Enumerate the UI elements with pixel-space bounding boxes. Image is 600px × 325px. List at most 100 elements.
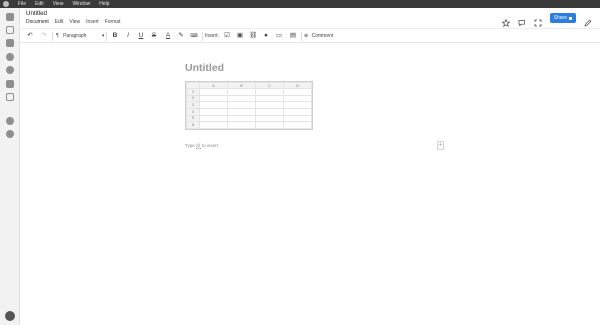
chat-icon[interactable] [6,130,14,138]
redo-icon[interactable]: ↷ [40,32,48,40]
cell[interactable] [255,107,284,116]
highlight-icon[interactable]: ✎ [177,32,185,40]
cell[interactable] [283,107,312,116]
cell[interactable] [255,121,284,129]
row-header[interactable]: 2 [186,94,200,103]
video-icon[interactable]: ▭ [275,32,283,40]
os-menu-view[interactable]: View [53,0,64,8]
italic-icon[interactable]: I [124,32,132,40]
insert-label: Insert: [205,33,219,39]
paragraph-style-label: Paragraph [63,33,87,39]
cell[interactable] [227,121,256,129]
spreadsheet-row: 2 [186,94,312,103]
document-header: Untitled Document Edit View Insert Forma… [20,8,600,28]
page-title[interactable]: Untitled [185,62,224,74]
spreadsheet-row: 1 [186,88,312,96]
inbox-icon[interactable] [6,39,14,47]
menu-document[interactable]: Document [26,19,49,25]
row-header[interactable]: 4 [186,107,200,116]
cell[interactable] [227,107,256,116]
empty-block-placeholder[interactable]: Type @ to insert [185,143,218,149]
cell[interactable] [227,101,256,109]
cell[interactable] [255,101,284,109]
os-menu-window[interactable]: Window [72,0,90,8]
tasks-icon[interactable] [6,80,14,88]
apple-menu-icon[interactable] [3,1,9,7]
cell[interactable] [227,114,256,123]
document-title[interactable]: Untitled [26,10,47,17]
spreadsheet-grid[interactable]: A B C D 1 2 3 4 5 6 [186,82,312,129]
header-actions: Share [501,11,600,28]
embed-icon[interactable]: ▤ [289,32,297,40]
toolbar-divider [52,32,53,41]
cell[interactable] [283,101,312,109]
comments-icon[interactable] [518,14,526,27]
left-sidebar [0,8,20,325]
expand-icon[interactable] [534,14,542,27]
os-menu-help[interactable]: Help [99,0,109,8]
calendar-icon[interactable] [6,26,14,34]
cell[interactable] [199,88,228,96]
underline-icon[interactable]: U [137,32,145,40]
comment-button[interactable]: ⊕ Comment [304,32,333,40]
cell[interactable] [199,114,228,123]
cell[interactable] [283,94,312,103]
cell[interactable] [283,114,312,123]
editor-canvas[interactable]: Untitled A B C D 1 2 3 4 5 6 Type @ to i… [20,43,600,325]
spreadsheet-row: 3 [186,101,312,109]
cell[interactable] [199,121,228,129]
share-button[interactable]: Share [549,13,576,23]
lock-icon [569,16,572,20]
menu-view[interactable]: View [69,19,80,25]
cell[interactable] [255,88,284,96]
placeholder-prefix: Type [185,143,195,148]
layers-icon[interactable] [6,117,14,125]
link-icon[interactable]: ⛓ [249,32,257,40]
menu-insert[interactable]: Insert [86,19,99,25]
row-header[interactable]: 1 [186,88,200,96]
os-menu-edit[interactable]: Edit [35,0,44,8]
toolbar-divider [106,32,107,41]
bold-icon[interactable]: B [111,32,119,40]
edit-icon[interactable] [584,14,592,27]
menu-edit[interactable]: Edit [55,19,64,25]
cell[interactable] [283,121,312,129]
undo-icon[interactable]: ↶ [26,32,34,40]
image-icon[interactable]: ▣ [236,32,244,40]
comment-label: Comment [311,33,334,39]
menu-format[interactable]: Format [105,19,121,25]
chevron-down-icon: ▾ [101,33,105,39]
add-block-button[interactable]: + [437,141,444,150]
spreadsheet-row: 4 [186,107,312,116]
cell[interactable] [199,101,228,109]
toolbar-divider [202,32,203,41]
cell[interactable] [283,88,312,96]
share-label: Share [553,15,567,21]
checkbox-icon[interactable]: ☑ [223,32,231,40]
os-menu-file[interactable]: File [18,0,26,8]
cell[interactable] [255,94,284,103]
text-color-icon[interactable]: A [164,32,172,40]
user-icon[interactable] [6,53,14,61]
add-circle-icon[interactable]: ● [262,32,270,40]
grid-icon[interactable] [6,93,14,101]
code-icon[interactable]: ⌨ [190,32,198,40]
cell[interactable] [199,107,228,116]
timer-icon[interactable] [6,66,14,74]
settings-icon[interactable] [5,311,15,321]
cell[interactable] [227,88,256,96]
embedded-spreadsheet[interactable]: A B C D 1 2 3 4 5 6 [185,81,313,130]
toolbar-divider [301,32,302,41]
cell[interactable] [227,94,256,103]
spreadsheet-row: 5 [186,114,312,123]
cell[interactable] [255,114,284,123]
row-header[interactable]: 3 [186,101,200,109]
placeholder-suffix: to insert [201,143,218,148]
home-icon[interactable] [6,13,14,21]
strikethrough-icon[interactable]: S [150,32,158,40]
star-icon[interactable] [501,14,511,28]
row-header[interactable]: 5 [186,114,200,123]
row-header[interactable]: 6 [186,121,200,129]
cell[interactable] [199,94,228,103]
paragraph-style-dropdown[interactable]: ¶ Paragraph ▾ [56,32,104,40]
